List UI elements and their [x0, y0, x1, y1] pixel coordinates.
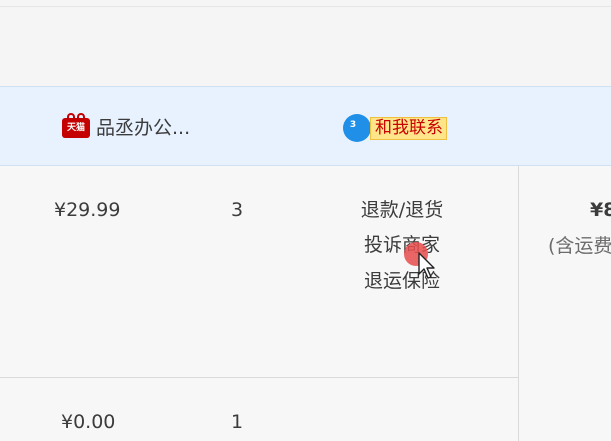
shop-name-link[interactable]: 品丞办公...: [96, 115, 190, 141]
contact-seller-button[interactable]: 3 和我联系: [343, 114, 465, 142]
item-quantity: 1: [231, 411, 244, 433]
item-price: ¥29.99: [54, 199, 121, 221]
order-total-amount: ¥8: [590, 199, 611, 221]
shipping-fee-note: (含运费: [548, 235, 611, 257]
page-top-area: [0, 0, 611, 86]
refund-return-link[interactable]: 退款/退货: [348, 197, 456, 223]
return-shipping-insurance-link[interactable]: 退运保险: [348, 268, 456, 294]
row-divider: [0, 377, 518, 378]
tmall-icon: 天猫: [62, 113, 90, 138]
contact-seller-label: 和我联系: [370, 117, 447, 140]
chat-icon-number: 3: [349, 120, 357, 130]
tmall-badge-text: 天猫: [66, 123, 85, 133]
mouse-cursor-icon: [418, 252, 435, 279]
wangwang-chat-icon: 3: [343, 114, 371, 142]
item-quantity: 3: [231, 199, 244, 221]
complain-seller-link[interactable]: 投诉商家: [348, 232, 456, 258]
item-price: ¥0.00: [61, 411, 116, 433]
column-divider: [518, 166, 519, 441]
top-divider: [0, 6, 611, 7]
shop-header-row: [0, 86, 611, 166]
